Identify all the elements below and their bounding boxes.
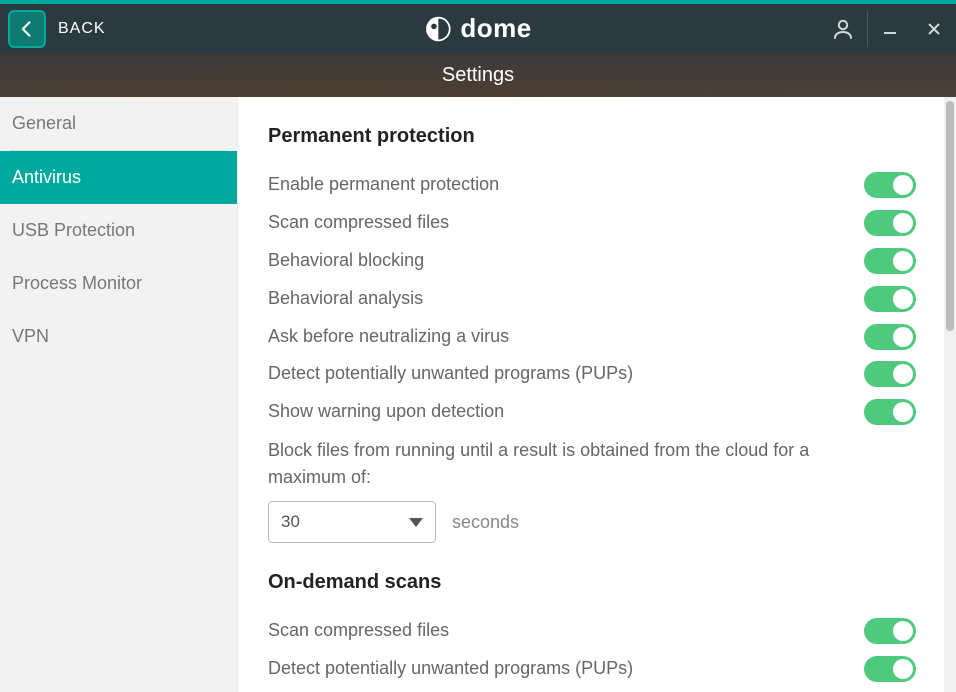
panda-logo-icon: [424, 15, 452, 43]
sidebar: General Antivirus USB Protection Process…: [0, 97, 238, 692]
brand-text: dome: [460, 13, 531, 44]
toggle-behavioral-blocking[interactable]: [864, 248, 916, 274]
user-icon: [831, 17, 855, 41]
cloud-block-description: Block files from running until a result …: [268, 437, 878, 491]
option-label: Show warning upon detection: [268, 398, 504, 426]
sidebar-item-usb-protection[interactable]: USB Protection: [0, 204, 237, 257]
sidebar-item-general[interactable]: General: [0, 97, 237, 150]
dropdown-value: 30: [281, 512, 300, 532]
toggle-behavioral-analysis[interactable]: [864, 286, 916, 312]
section-title-on-demand-scans: On-demand scans: [268, 571, 916, 594]
close-icon: [926, 21, 942, 37]
option-row: Scan after cache synchronization: [268, 688, 916, 692]
toggle-detect-pups[interactable]: [864, 361, 916, 387]
brand-logo: dome: [424, 13, 531, 44]
sidebar-item-antivirus[interactable]: Antivirus: [0, 151, 237, 204]
back-label[interactable]: BACK: [58, 20, 106, 38]
option-label: Behavioral blocking: [268, 247, 424, 275]
toggle-ondemand-scan-compressed[interactable]: [864, 618, 916, 644]
window-controls: [819, 4, 956, 53]
toggle-ask-before-neutralizing[interactable]: [864, 324, 916, 350]
cloud-block-timeout-dropdown[interactable]: 30: [268, 501, 436, 543]
option-row: Scan compressed files: [268, 612, 916, 650]
option-label: Ask before neutralizing a virus: [268, 323, 509, 351]
option-row: Detect potentially unwanted programs (PU…: [268, 355, 916, 393]
option-row: Show warning upon detection: [268, 393, 916, 431]
account-button[interactable]: [819, 4, 867, 53]
option-row: Behavioral blocking: [268, 242, 916, 280]
titlebar: BACK dome: [0, 0, 956, 53]
toggle-show-warning-detection[interactable]: [864, 399, 916, 425]
option-label: Detect potentially unwanted programs (PU…: [268, 655, 633, 683]
option-row: Detect potentially unwanted programs (PU…: [268, 650, 916, 688]
toggle-ondemand-detect-pups[interactable]: [864, 656, 916, 682]
option-label: Scan compressed files: [268, 209, 449, 237]
page-header: Settings: [0, 53, 956, 97]
minimize-icon: [882, 21, 898, 37]
option-label: Detect potentially unwanted programs (PU…: [268, 360, 633, 388]
option-label: Enable permanent protection: [268, 171, 499, 199]
chevron-down-icon: [409, 518, 423, 527]
option-row: Behavioral analysis: [268, 280, 916, 318]
toggle-scan-compressed-files[interactable]: [864, 210, 916, 236]
option-row: Scan compressed files: [268, 204, 916, 242]
chevron-left-icon: [17, 19, 37, 39]
toggle-enable-permanent-protection[interactable]: [864, 172, 916, 198]
back-button[interactable]: [8, 10, 46, 48]
settings-content: Permanent protection Enable permanent pr…: [238, 97, 944, 692]
sidebar-item-process-monitor[interactable]: Process Monitor: [0, 257, 237, 310]
option-label: Scan compressed files: [268, 617, 449, 645]
section-title-permanent-protection: Permanent protection: [268, 125, 916, 148]
page-title: Settings: [442, 64, 514, 87]
close-button[interactable]: [912, 4, 956, 53]
option-label: Behavioral analysis: [268, 285, 423, 313]
option-row: Enable permanent protection: [268, 166, 916, 204]
sidebar-item-vpn[interactable]: VPN: [0, 310, 237, 363]
minimize-button[interactable]: [868, 4, 912, 53]
scrollbar-thumb[interactable]: [946, 101, 954, 331]
option-row: Ask before neutralizing a virus: [268, 318, 916, 356]
scrollbar[interactable]: [944, 97, 956, 692]
unit-label: seconds: [452, 512, 519, 533]
